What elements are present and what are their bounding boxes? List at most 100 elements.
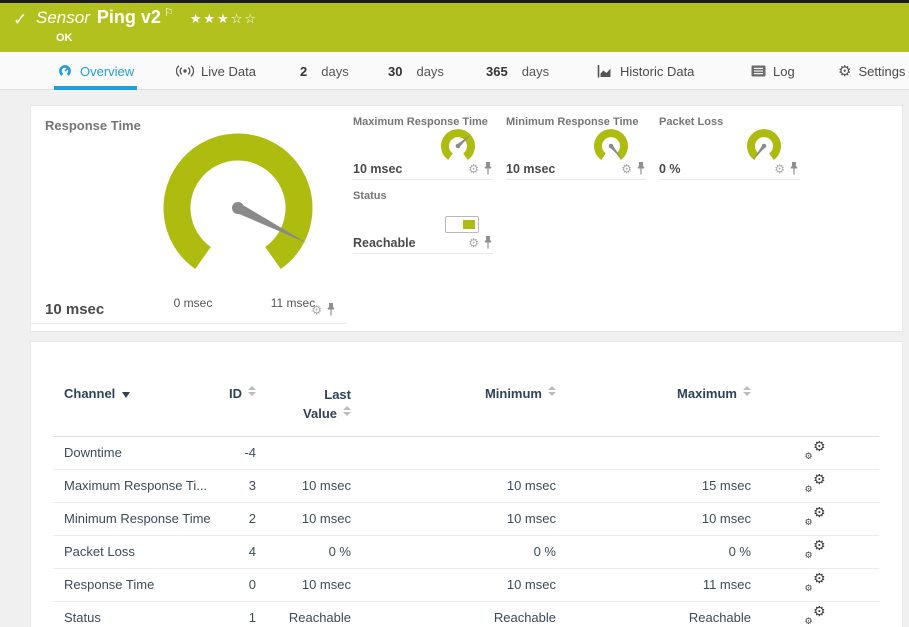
channel-maximum: 15 msec <box>556 478 751 493</box>
channel-name[interactable]: Response Time <box>64 577 216 592</box>
pin-icon[interactable] <box>326 303 336 316</box>
tab-label: Historic Data <box>620 64 694 79</box>
tab-label: Settings <box>858 64 905 79</box>
pin-icon[interactable] <box>483 236 493 249</box>
settings-gear-icon: ⚙ <box>838 64 851 79</box>
tab-30-days[interactable]: 30 days <box>388 52 444 90</box>
table-row-downtime[interactable]: Downtime -4 ⚙⚙ <box>53 437 879 470</box>
tab-label: Overview <box>80 64 134 79</box>
tab-label: days <box>416 64 443 79</box>
tab-number: 2 <box>300 64 307 79</box>
channel-id: 0 <box>216 577 256 592</box>
channel-name[interactable]: Status <box>64 610 216 625</box>
gauge-settings-gear-icon[interactable]: ⚙ <box>468 163 479 175</box>
tab-settings[interactable]: ⚙ Settings <box>838 52 905 90</box>
column-header-channel[interactable]: Channel <box>64 386 216 401</box>
channel-settings-icon[interactable]: ⚙⚙ <box>805 442 826 461</box>
column-header-last-value[interactable]: Last Value <box>256 386 351 424</box>
channel-maximum: 10 msec <box>556 511 751 526</box>
pin-icon[interactable] <box>483 162 493 175</box>
channel-settings-icon[interactable]: ⚙⚙ <box>805 508 826 527</box>
channel-minimum: 0 % <box>351 544 556 559</box>
channel-settings-icon[interactable]: ⚙⚙ <box>805 574 826 593</box>
gauge-title: Response Time <box>45 118 141 133</box>
gauge-value: 10 msec <box>506 162 555 176</box>
gauge-value: Reachable <box>353 236 416 250</box>
status-ok-check-icon: ✓ <box>13 10 27 30</box>
channel-maximum: Reachable <box>556 610 751 625</box>
status-channel-panel: Status Reachable ⚙ <box>353 188 493 254</box>
maximum-response-time-gauge-panel: Maximum Response Time 10 msec ⚙ <box>353 114 493 180</box>
channel-last-value: 10 msec <box>256 511 351 526</box>
gauge-value: 0 % <box>659 162 681 176</box>
live-icon <box>176 65 194 77</box>
gauge-settings-gear-icon[interactable]: ⚙ <box>468 237 479 249</box>
gauge-title: Packet Loss <box>659 114 799 128</box>
table-header-row: Channel ID Last Value Minimum Maximum <box>53 386 879 437</box>
gauge-scale-min-label: 0 msec <box>174 296 213 310</box>
table-row-status[interactable]: Status 1 Reachable Reachable Reachable ⚙… <box>53 602 879 627</box>
channel-id: -4 <box>216 445 256 460</box>
channel-id: 1 <box>216 610 256 625</box>
sensor-title-block: Sensor Ping v2 ⚐ ★★★☆☆ OK <box>36 7 258 44</box>
historic-chart-icon <box>597 65 613 78</box>
channel-settings-icon[interactable]: ⚙⚙ <box>805 607 826 626</box>
channel-settings-icon[interactable]: ⚙⚙ <box>805 475 826 494</box>
channel-name[interactable]: Minimum Response Time <box>64 511 216 526</box>
priority-flag-icon[interactable]: ⚐ <box>164 6 174 19</box>
response-time-gauge[interactable] <box>148 130 328 288</box>
gauge-value: 10 msec <box>45 301 104 318</box>
status-toggle-indicator[interactable] <box>445 216 479 233</box>
channels-table-panel: Channel ID Last Value Minimum Maximum Do… <box>30 341 903 627</box>
gauge-settings-gear-icon[interactable]: ⚙ <box>774 163 785 175</box>
tab-label: Live Data <box>201 64 256 79</box>
table-row-response-time[interactable]: Response Time 0 10 msec 10 msec 11 msec … <box>53 569 879 602</box>
table-row-maximum-response-time[interactable]: Maximum Response Ti... 3 10 msec 10 msec… <box>53 470 879 503</box>
column-header-maximum[interactable]: Maximum <box>556 386 751 401</box>
column-header-id[interactable]: ID <box>216 386 256 401</box>
prtg-sensor-page: ✓ Sensor Ping v2 ⚐ ★★★☆☆ OK Overview <box>0 0 909 627</box>
channel-last-value: 10 msec <box>256 577 351 592</box>
table-row-minimum-response-time[interactable]: Minimum Response Time 2 10 msec 10 msec … <box>53 503 879 536</box>
sort-icon <box>343 406 351 416</box>
channel-minimum: Reachable <box>351 610 556 625</box>
gauge-title: Status <box>353 188 493 202</box>
column-header-minimum[interactable]: Minimum <box>351 386 556 401</box>
tab-2-days[interactable]: 2 days <box>300 52 349 90</box>
sort-icon <box>548 386 556 396</box>
gauge-title: Minimum Response Time <box>506 114 646 128</box>
minimum-response-time-gauge-panel: Minimum Response Time 10 msec ⚙ <box>506 114 646 180</box>
sort-icon <box>248 386 256 396</box>
log-list-icon <box>751 65 766 77</box>
packet-loss-gauge-panel: Packet Loss 0 % ⚙ <box>659 114 799 180</box>
channel-name[interactable]: Packet Loss <box>64 544 216 559</box>
tab-label: Log <box>773 64 795 79</box>
table-row-packet-loss[interactable]: Packet Loss 4 0 % 0 % 0 % ⚙⚙ <box>53 536 879 569</box>
gauge-settings-gear-icon[interactable]: ⚙ <box>621 163 632 175</box>
channel-last-value: Reachable <box>256 610 351 625</box>
tab-365-days[interactable]: 365 days <box>486 52 549 90</box>
channel-name[interactable]: Maximum Response Ti... <box>64 478 216 493</box>
gauge-icon <box>57 64 73 79</box>
pin-icon[interactable] <box>789 162 799 175</box>
channel-id: 2 <box>216 511 256 526</box>
tab-live-data[interactable]: Live Data <box>176 52 256 90</box>
gauge-scale-max-label: 11 msec <box>271 296 315 310</box>
tab-number: 365 <box>486 64 508 79</box>
priority-stars[interactable]: ★★★☆☆ <box>190 12 258 27</box>
channel-last-value: 0 % <box>256 544 351 559</box>
channel-minimum: 10 msec <box>351 511 556 526</box>
sensor-status-text: OK <box>56 32 258 44</box>
channel-id: 4 <box>216 544 256 559</box>
sort-desc-icon <box>122 392 130 398</box>
pin-icon[interactable] <box>636 162 646 175</box>
channel-minimum: 10 msec <box>351 478 556 493</box>
tab-overview[interactable]: Overview <box>57 52 134 90</box>
channel-name[interactable]: Downtime <box>64 445 216 460</box>
sensor-header: ✓ Sensor Ping v2 ⚐ ★★★☆☆ OK <box>0 3 909 52</box>
gauge-settings-gear-icon[interactable]: ⚙ <box>311 304 322 316</box>
gauge-title: Maximum Response Time <box>353 114 493 128</box>
tab-log[interactable]: Log <box>751 52 795 90</box>
channel-settings-icon[interactable]: ⚙⚙ <box>805 541 826 560</box>
tab-historic-data[interactable]: Historic Data <box>597 52 694 90</box>
